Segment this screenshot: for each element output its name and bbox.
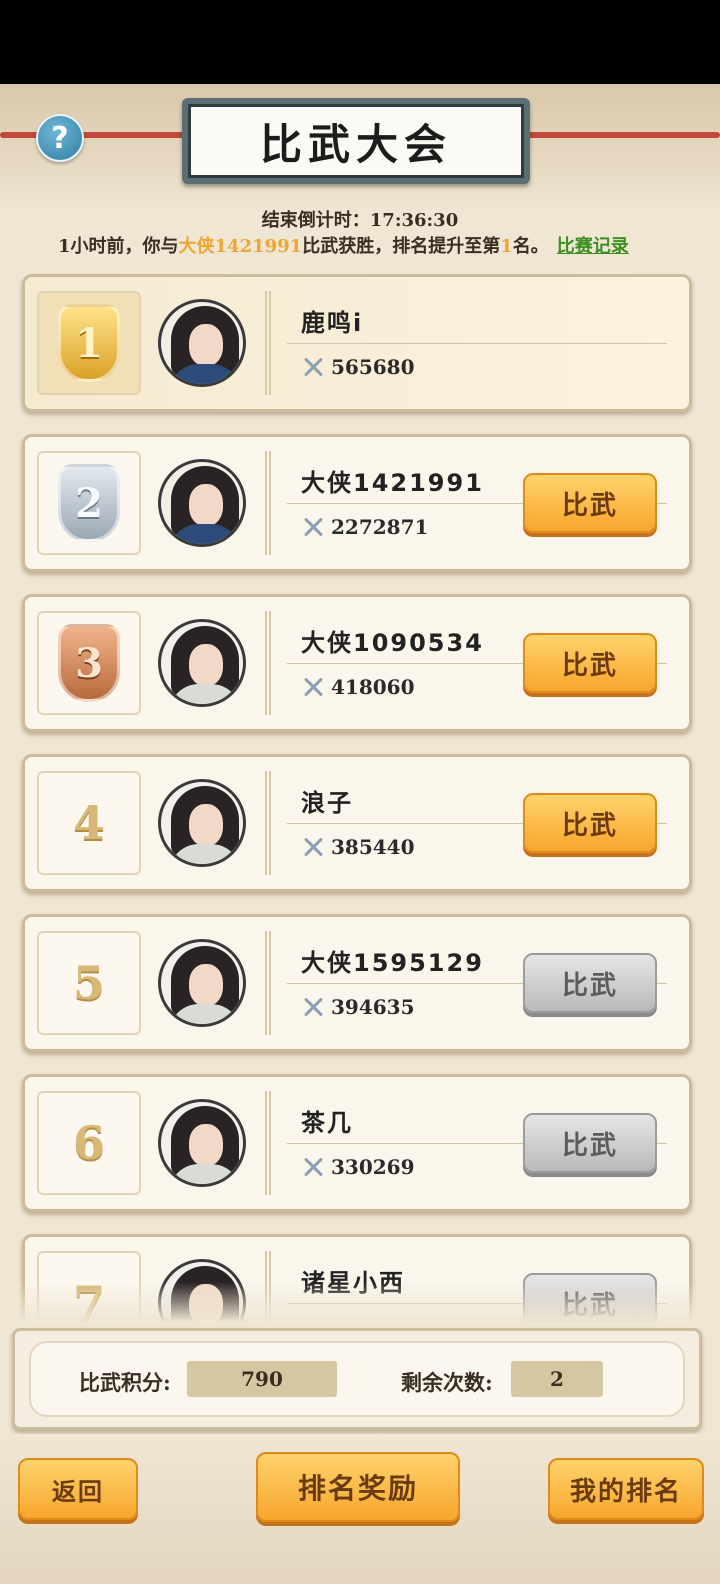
bronze-medal-icon: 3 — [58, 624, 120, 702]
remaining-value: 2 — [511, 1361, 603, 1397]
help-button[interactable]: ? — [36, 114, 84, 162]
challenge-button[interactable]: 比武 — [523, 953, 657, 1013]
crossed-swords-icon — [301, 355, 325, 379]
combat-power-value: 394635 — [331, 995, 415, 1019]
rank-badge: 1 — [37, 291, 141, 395]
rank-badge: 5 — [37, 931, 141, 1035]
score-panel-inner: 比武积分: 790 剩余次数: 2 — [29, 1341, 685, 1417]
player-avatar[interactable] — [158, 619, 246, 707]
ranking-row: 3 大侠1090534 418060 比武 — [22, 594, 692, 732]
player-name: 大侠1595129 — [301, 949, 484, 977]
challenge-button[interactable]: 比武 — [523, 473, 657, 533]
notice-prefix: 1小时前，你与 — [58, 236, 179, 257]
gold-medal-icon: 1 — [58, 304, 120, 382]
challenge-button[interactable]: 比武 — [523, 793, 657, 853]
player-name: 鹿鸣i — [301, 309, 364, 337]
list-fade — [0, 1282, 720, 1322]
combat-power-value: 385440 — [331, 835, 415, 859]
combat-power: 565680 — [301, 355, 415, 379]
ranking-row: 1 鹿鸣i 565680 — [22, 274, 692, 412]
silver-medal-icon: 2 — [58, 464, 120, 542]
player-name: 茶几 — [301, 1109, 353, 1137]
match-record-link[interactable]: 比赛记录 — [557, 236, 629, 257]
crossed-swords-icon — [301, 515, 325, 539]
avatar-face — [189, 804, 223, 846]
question-icon: ? — [51, 120, 69, 156]
rank-badge: 3 — [37, 611, 141, 715]
notice-suffix: 名。 — [512, 236, 549, 257]
notice-rank: 1 — [500, 236, 513, 257]
player-name: 大侠1421991 — [301, 469, 484, 497]
player-avatar[interactable] — [158, 779, 246, 867]
status-bar — [0, 0, 720, 84]
player-avatar[interactable] — [158, 459, 246, 547]
rank-number: 6 — [72, 1116, 105, 1170]
combat-power: 385440 — [301, 835, 415, 859]
combat-power: 394635 — [301, 995, 415, 1019]
rank-badge: 2 — [37, 451, 141, 555]
rank-number: 4 — [72, 796, 105, 850]
crossed-swords-icon — [301, 995, 325, 1019]
my-rank-button[interactable]: 我的排名 — [548, 1458, 704, 1520]
avatar-face — [189, 1124, 223, 1166]
avatar-face — [189, 964, 223, 1006]
title-plaque: 比武大会 — [182, 98, 530, 184]
info-divider — [287, 343, 667, 344]
battle-notice: 1小时前，你与大侠1421991比武获胜，排名提升至第1名。 比赛记录 — [58, 232, 698, 258]
combat-power: 330269 — [301, 1155, 415, 1179]
page-title: 比武大会 — [188, 104, 524, 178]
notice-opponent: 大侠1421991 — [178, 236, 303, 257]
avatar-face — [189, 484, 223, 526]
ranking-row: 2 大侠1421991 2272871 比武 — [22, 434, 692, 572]
countdown-timer: 结束倒计时：17:36:30 — [261, 210, 459, 231]
rope-left — [0, 132, 190, 138]
ranking-row: 5 大侠1595129 394635 比武 — [22, 914, 692, 1052]
player-avatar[interactable] — [158, 939, 246, 1027]
player-avatar[interactable] — [158, 1099, 246, 1187]
combat-power-value: 565680 — [331, 355, 415, 379]
score-panel: 比武积分: 790 剩余次数: 2 — [12, 1328, 702, 1430]
combat-power: 2272871 — [301, 515, 428, 539]
combat-power: 418060 — [301, 675, 415, 699]
combat-power-value: 418060 — [331, 675, 415, 699]
ranking-list[interactable]: 1 鹿鸣i 565680 2 大侠1421991 2272871 比武 3 大侠1090534 4… — [0, 274, 720, 1322]
ranking-row: 6 茶几 330269 比武 — [22, 1074, 692, 1212]
avatar-face — [189, 324, 223, 366]
combat-power-value: 330269 — [331, 1155, 415, 1179]
back-button[interactable]: 返回 — [18, 1458, 138, 1520]
arena-page: ? 比武大会 结束倒计时：17:36:30 1小时前，你与大侠1421991比武… — [0, 84, 720, 1584]
rope-right — [520, 132, 720, 138]
avatar-face — [189, 644, 223, 686]
rank-reward-button[interactable]: 排名奖励 — [256, 1452, 460, 1522]
rank-badge: 4 — [37, 771, 141, 875]
challenge-button[interactable]: 比武 — [523, 1113, 657, 1173]
player-name: 大侠1090534 — [301, 629, 484, 657]
points-label: 比武积分: — [79, 1370, 171, 1395]
rank-badge: 6 — [37, 1091, 141, 1195]
combat-power-value: 2272871 — [331, 515, 429, 539]
rank-number: 5 — [72, 956, 105, 1010]
crossed-swords-icon — [301, 835, 325, 859]
points-value: 790 — [187, 1361, 337, 1397]
player-name: 浪子 — [301, 789, 353, 817]
ranking-row: 4 浪子 385440 比武 — [22, 754, 692, 892]
crossed-swords-icon — [301, 675, 325, 699]
player-info: 鹿鸣i 565680 — [265, 291, 675, 395]
player-avatar[interactable] — [158, 299, 246, 387]
notice-middle: 比武获胜，排名提升至第 — [302, 236, 501, 257]
challenge-button[interactable]: 比武 — [523, 633, 657, 693]
remaining-label: 剩余次数: — [401, 1370, 493, 1395]
crossed-swords-icon — [301, 1155, 325, 1179]
